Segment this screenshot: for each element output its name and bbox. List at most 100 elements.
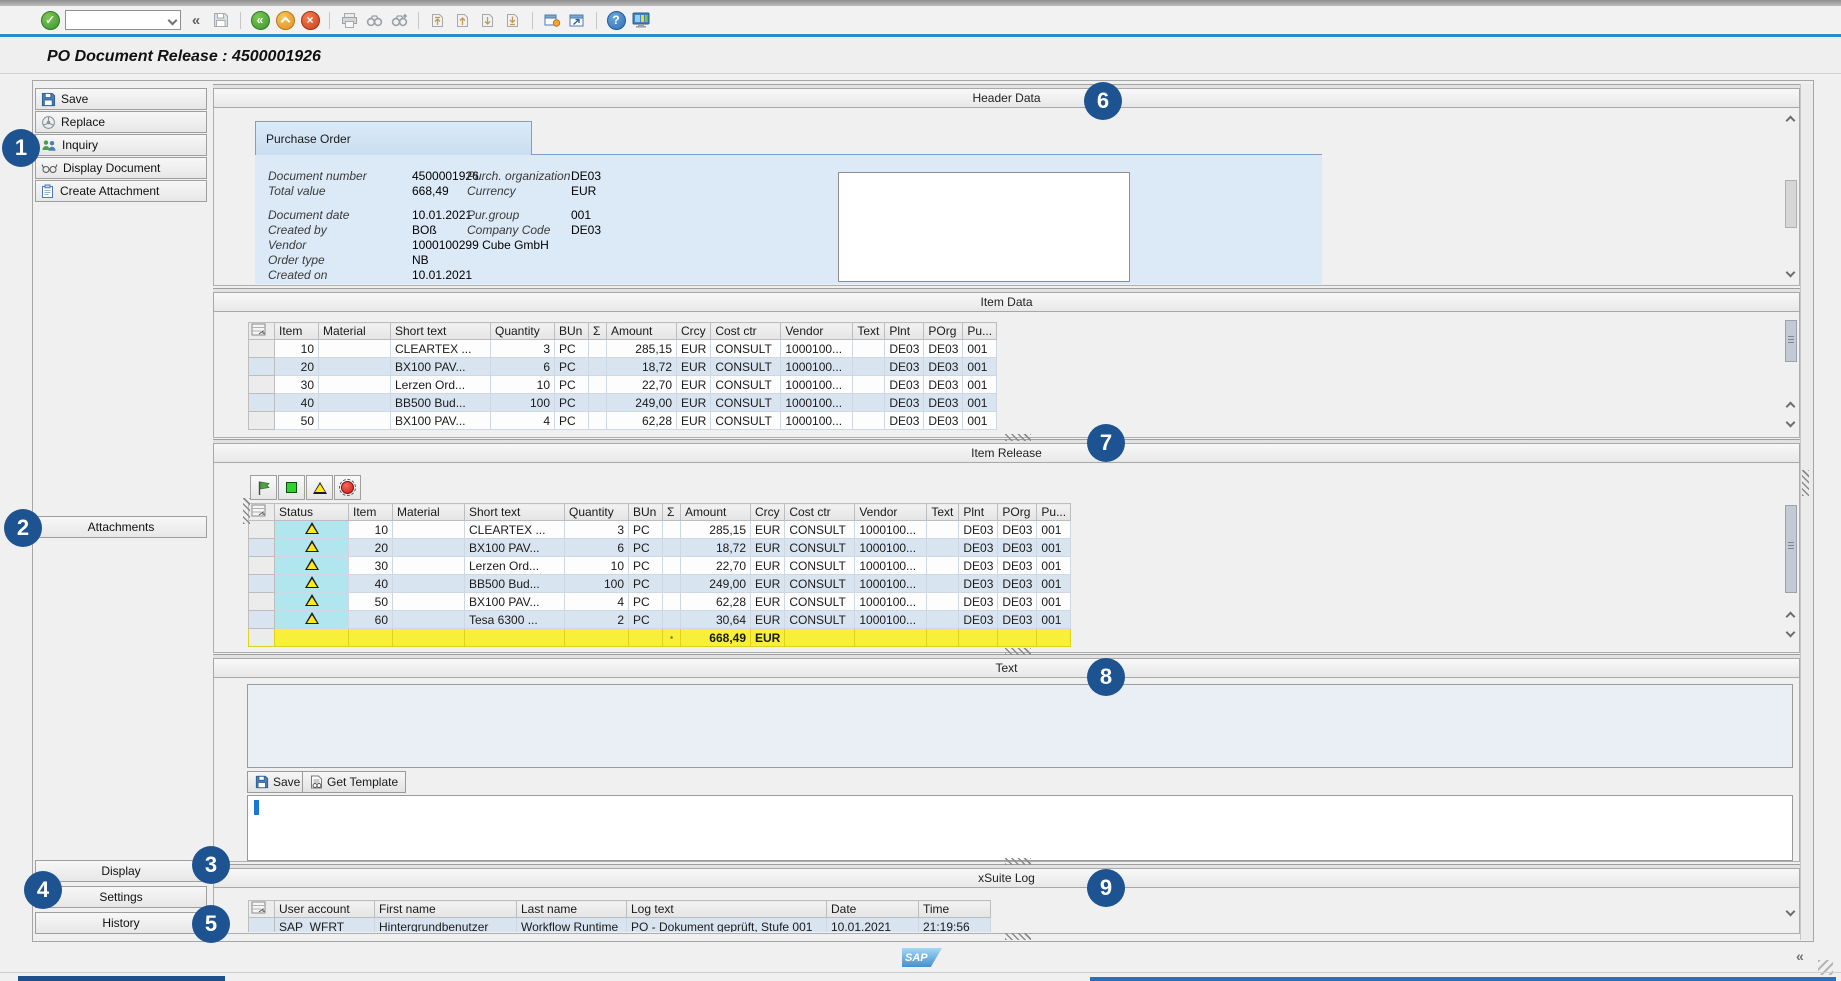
cell[interactable] — [927, 539, 959, 557]
cell[interactable]: 40 — [349, 575, 393, 593]
cell[interactable]: BX100 PAV... — [465, 593, 565, 611]
header-data-section-bar[interactable]: Header Data — [213, 88, 1800, 108]
item-data-table[interactable]: ItemMaterialShort textQuantityBUnΣAmount… — [248, 322, 997, 430]
text-section-bar[interactable]: Text — [213, 658, 1800, 678]
table-row[interactable]: 10CLEARTEX ...3PC285,15EURCONSULT1000100… — [249, 521, 1071, 539]
cell[interactable]: 1000100... — [855, 539, 927, 557]
scrollbar-thumb[interactable] — [1785, 505, 1797, 593]
cell[interactable]: 249,00 — [681, 575, 751, 593]
cell[interactable] — [319, 340, 391, 358]
table-row[interactable]: 50BX100 PAV...4PC62,28EURCONSULT1000100.… — [249, 593, 1071, 611]
reject-stop-button[interactable] — [334, 475, 361, 500]
column-header[interactable]: Plnt — [959, 504, 998, 521]
display-document-button[interactable]: Display Document — [35, 157, 207, 179]
header-note-box[interactable] — [838, 172, 1130, 282]
cell[interactable] — [249, 394, 275, 412]
cell[interactable]: 3 — [565, 521, 629, 539]
scroll-up-icon[interactable] — [1784, 610, 1796, 622]
cell[interactable]: EUR — [677, 412, 711, 430]
cell[interactable]: DE03 — [885, 394, 924, 412]
cell[interactable]: PC — [629, 575, 663, 593]
column-header[interactable]: Cost ctr — [785, 504, 855, 521]
command-field[interactable] — [65, 10, 181, 30]
cell[interactable]: EUR — [751, 539, 785, 557]
cell[interactable]: EUR — [677, 340, 711, 358]
cell[interactable]: DE03 — [959, 521, 998, 539]
column-header[interactable]: Date — [827, 901, 919, 918]
gui-settings-button[interactable] — [631, 9, 651, 31]
cell[interactable]: DE03 — [998, 557, 1037, 575]
cell[interactable]: 30 — [349, 557, 393, 575]
cell[interactable]: PC — [555, 358, 589, 376]
cell[interactable] — [393, 557, 465, 575]
column-header[interactable]: Material — [319, 323, 391, 340]
cell[interactable] — [855, 629, 927, 647]
cell[interactable]: 001 — [963, 376, 997, 394]
cell[interactable]: 50 — [275, 412, 319, 430]
cell[interactable]: 10 — [349, 521, 393, 539]
cell[interactable]: DE03 — [924, 394, 963, 412]
cell[interactable]: DE03 — [924, 340, 963, 358]
cell[interactable] — [393, 629, 465, 647]
cell[interactable]: 1000100... — [855, 611, 927, 629]
cell[interactable]: 22,70 — [681, 557, 751, 575]
scroll-up-icon[interactable] — [1784, 114, 1796, 126]
cell[interactable]: 10 — [275, 340, 319, 358]
cell[interactable] — [249, 376, 275, 394]
save-button[interactable]: Save — [35, 88, 207, 110]
cell[interactable]: 18,72 — [681, 539, 751, 557]
column-header[interactable]: BUn — [629, 504, 663, 521]
cell[interactable]: 10.01.2021 — [827, 918, 919, 933]
cell[interactable]: 285,15 — [681, 521, 751, 539]
column-header[interactable]: Text — [853, 323, 885, 340]
cell[interactable] — [319, 376, 391, 394]
cell[interactable] — [319, 394, 391, 412]
cell[interactable]: CONSULT — [711, 412, 781, 430]
cell[interactable]: BX100 PAV... — [391, 358, 491, 376]
cell[interactable] — [629, 629, 663, 647]
cell[interactable] — [853, 358, 885, 376]
status-cell[interactable] — [275, 575, 349, 593]
table-row[interactable]: 10CLEARTEX ...3PC285,15EURCONSULT1000100… — [249, 340, 997, 358]
column-header[interactable]: POrg — [998, 504, 1037, 521]
cell[interactable] — [927, 575, 959, 593]
cell[interactable]: 4 — [565, 593, 629, 611]
cell[interactable]: EUR — [677, 358, 711, 376]
cell[interactable] — [393, 539, 465, 557]
cell[interactable]: 249,00 — [607, 394, 677, 412]
display-button[interactable]: Display — [35, 860, 207, 882]
splitter-grip[interactable] — [1005, 933, 1031, 940]
status-cell[interactable] — [275, 539, 349, 557]
create-attachment-button[interactable]: Create Attachment — [35, 180, 207, 202]
column-header[interactable]: Vendor — [855, 504, 927, 521]
collapse-panel-icon[interactable]: « — [1796, 948, 1804, 964]
cell[interactable]: 21:19:56 — [919, 918, 991, 933]
cell[interactable]: CONSULT — [711, 394, 781, 412]
cell[interactable]: 10 — [491, 376, 555, 394]
cell[interactable]: CONSULT — [785, 539, 855, 557]
cell[interactable] — [249, 918, 275, 933]
cell[interactable]: DE03 — [924, 376, 963, 394]
back-button[interactable]: « — [250, 9, 270, 31]
total-amount[interactable]: 668,49 — [681, 629, 751, 647]
item-release-section-bar[interactable]: Item Release — [213, 443, 1800, 463]
select-all-button[interactable] — [249, 323, 275, 340]
cell[interactable]: CLEARTEX ... — [465, 521, 565, 539]
column-header[interactable]: Vendor — [781, 323, 853, 340]
cell[interactable] — [249, 340, 275, 358]
cell[interactable]: PC — [555, 394, 589, 412]
cell[interactable]: DE03 — [998, 539, 1037, 557]
table-row[interactable]: 50BX100 PAV...4PC62,28EURCONSULT1000100.… — [249, 412, 997, 430]
cell[interactable]: CONSULT — [785, 575, 855, 593]
status-cell[interactable] — [275, 521, 349, 539]
replace-button[interactable]: Replace — [35, 111, 207, 133]
cell[interactable] — [319, 412, 391, 430]
cell[interactable]: EUR — [677, 394, 711, 412]
cell[interactable]: EUR — [751, 575, 785, 593]
cell[interactable] — [853, 376, 885, 394]
column-header[interactable]: Last name — [517, 901, 627, 918]
column-header[interactable]: BUn — [555, 323, 589, 340]
cancel-button[interactable]: × — [300, 9, 320, 31]
scroll-down-icon[interactable] — [1784, 905, 1796, 917]
cell[interactable]: 3 — [491, 340, 555, 358]
